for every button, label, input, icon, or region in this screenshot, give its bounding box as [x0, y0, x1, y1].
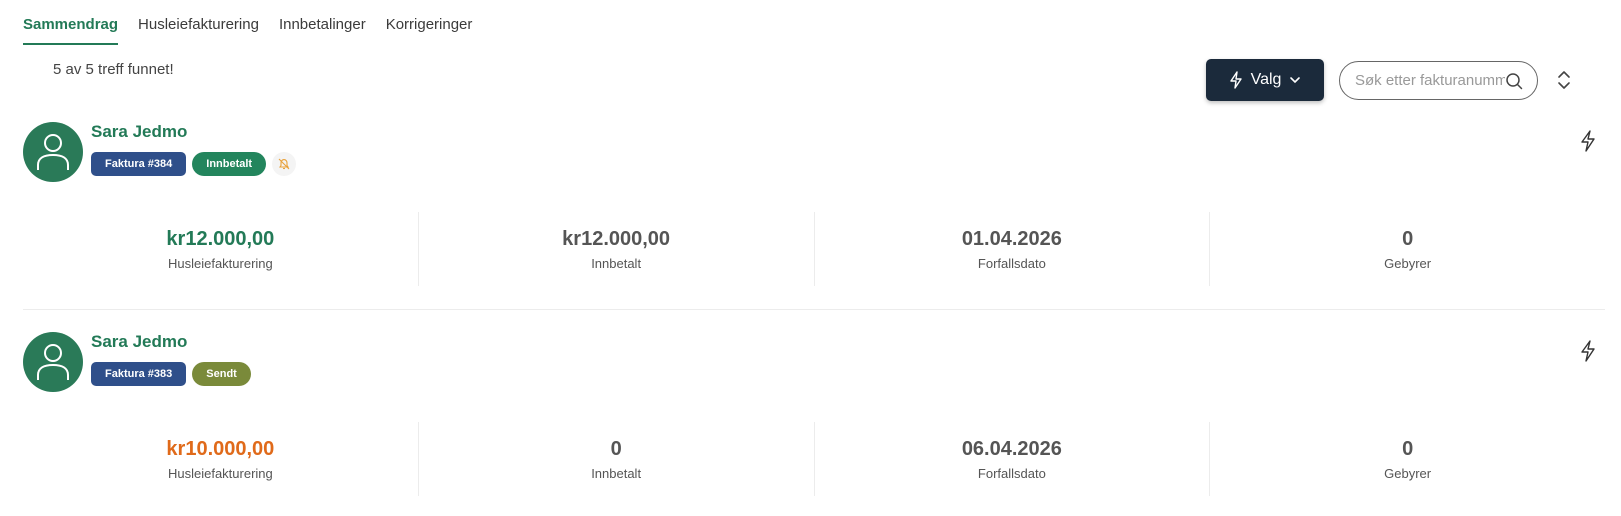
- tab-innbetalinger[interactable]: Innbetalinger: [279, 16, 366, 45]
- search-icon[interactable]: [1505, 72, 1523, 90]
- bolt-icon[interactable]: [1579, 340, 1597, 362]
- stat-fees: 0 Gebyrer: [1209, 212, 1605, 286]
- sort-icon[interactable]: [1556, 68, 1572, 92]
- badge-row: Faktura #384 Innbetalt: [91, 152, 297, 176]
- stat-value: 06.04.2026: [961, 437, 1062, 460]
- stat-label: Innbetalt: [591, 465, 642, 481]
- badge-row: Faktura #383 Sendt: [91, 362, 251, 386]
- search-field: [1339, 61, 1538, 100]
- bolt-icon[interactable]: [1579, 130, 1597, 152]
- stat-label: Innbetalt: [591, 255, 642, 271]
- stat-value: kr10.000,00: [166, 437, 275, 460]
- status-badge: Sendt: [192, 362, 251, 386]
- stat-due-date: 06.04.2026 Forfallsdato: [813, 422, 1210, 496]
- stat-label: Husleiefakturering: [167, 255, 273, 271]
- tab-bar: Sammendrag Husleiefakturering Innbetalin…: [23, 16, 472, 45]
- stat-value: 0: [1402, 227, 1414, 250]
- stat-fees: 0 Gebyrer: [1209, 422, 1605, 496]
- avatar: [23, 122, 83, 182]
- stat-value: kr12.000,00: [562, 227, 671, 250]
- stat-value: 0: [610, 437, 622, 460]
- stat-label: Husleiefakturering: [167, 465, 273, 481]
- stat-due-date: 01.04.2026 Forfallsdato: [813, 212, 1210, 286]
- status-badge: Innbetalt: [192, 152, 267, 176]
- results-count: 5 av 5 treff funnet!: [53, 61, 174, 78]
- invoice-card: Sara Jedmo Faktura #383 Sendt kr10.000,0…: [23, 330, 1605, 510]
- invoice-number-badge[interactable]: Faktura #384: [91, 152, 187, 176]
- stat-label: Forfallsdato: [977, 255, 1046, 271]
- invoice-stats: kr10.000,00 Husleiefakturering 0 Innbeta…: [23, 422, 1605, 496]
- stat-billing: kr10.000,00 Husleiefakturering: [23, 422, 418, 496]
- bolt-icon: [1229, 71, 1242, 89]
- stat-paid: 0 Innbetalt: [417, 422, 814, 496]
- tenant-name[interactable]: Sara Jedmo: [91, 332, 187, 352]
- stat-billing: kr12.000,00 Husleiefakturering: [23, 212, 418, 286]
- stat-label: Gebyrer: [1384, 255, 1432, 271]
- stat-value: 0: [1402, 437, 1414, 460]
- valg-label: Valg: [1250, 71, 1282, 88]
- avatar: [23, 332, 83, 392]
- tenant-name[interactable]: Sara Jedmo: [91, 122, 187, 142]
- invoice-number-badge[interactable]: Faktura #383: [91, 362, 187, 386]
- stat-value: kr12.000,00: [166, 227, 275, 250]
- stat-label: Gebyrer: [1384, 465, 1432, 481]
- bell-off-icon: [272, 152, 297, 176]
- stat-value: 01.04.2026: [961, 227, 1062, 250]
- chevron-down-icon: [1290, 77, 1301, 84]
- tab-korrigeringer[interactable]: Korrigeringer: [386, 16, 473, 45]
- stat-paid: kr12.000,00 Innbetalt: [417, 212, 814, 286]
- user-icon: [37, 344, 69, 380]
- invoice-card: Sara Jedmo Faktura #384 Innbetalt kr12.0…: [23, 120, 1605, 310]
- stat-label: Forfallsdato: [977, 465, 1046, 481]
- tab-sammendrag[interactable]: Sammendrag: [23, 16, 119, 45]
- valg-button[interactable]: Valg: [1206, 59, 1324, 101]
- invoice-stats: kr12.000,00 Husleiefakturering kr12.000,…: [23, 212, 1605, 286]
- user-icon: [37, 134, 69, 170]
- tab-husleiefakturering[interactable]: Husleiefakturering: [138, 16, 259, 45]
- search-input[interactable]: [1355, 72, 1505, 89]
